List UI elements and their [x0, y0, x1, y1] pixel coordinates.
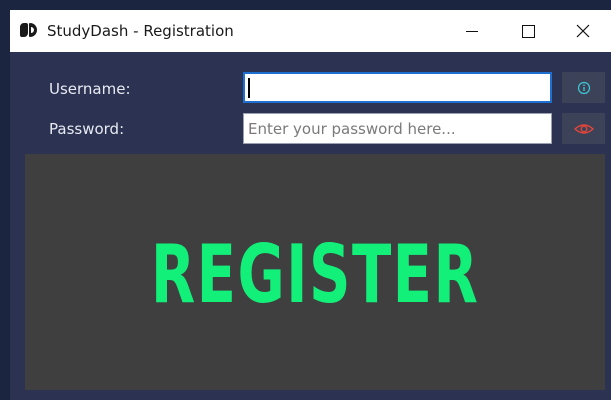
- password-input[interactable]: [243, 113, 552, 144]
- window-title: StudyDash - Registration: [47, 22, 234, 40]
- maximize-button[interactable]: [500, 10, 556, 52]
- registration-window: StudyDash - Registration Username: Passw…: [10, 10, 611, 400]
- close-icon: [576, 24, 590, 38]
- eye-icon: [573, 123, 594, 134]
- info-icon: [577, 81, 590, 94]
- maximize-icon: [521, 24, 535, 38]
- close-button[interactable]: [555, 10, 611, 52]
- username-label: Username:: [49, 80, 131, 98]
- register-label: REGISTER: [150, 227, 480, 321]
- text-caret: [248, 78, 250, 98]
- username-input[interactable]: [243, 72, 552, 103]
- studydash-logo-icon: [20, 23, 38, 37]
- desktop-background-top: [0, 0, 611, 10]
- minimize-icon: [466, 30, 478, 32]
- register-button[interactable]: REGISTER: [25, 154, 605, 390]
- password-label: Password:: [49, 120, 125, 138]
- username-info-button[interactable]: [562, 72, 605, 103]
- desktop-background-left: [0, 10, 10, 400]
- title-bar[interactable]: StudyDash - Registration: [10, 10, 611, 52]
- show-password-button[interactable]: [562, 113, 605, 144]
- minimize-button[interactable]: [444, 10, 500, 52]
